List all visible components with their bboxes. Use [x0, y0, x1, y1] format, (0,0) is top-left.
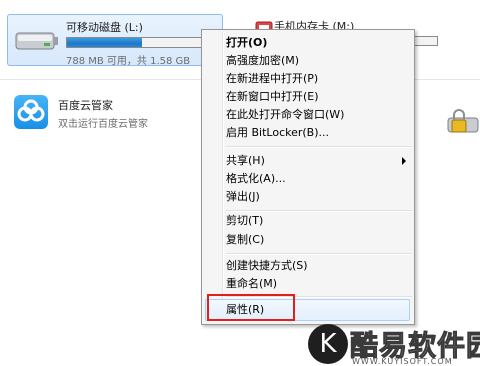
menu-item-encrypt[interactable]: 高强度加密(M)	[226, 52, 299, 70]
menu-item-open-new-process[interactable]: 在新进程中打开(P)	[226, 70, 318, 88]
menu-item-open-cmd[interactable]: 在此处打开命令窗口(W)	[226, 106, 344, 124]
removable-drive-usage-bar	[66, 37, 218, 48]
baidu-cloud-icon	[14, 95, 48, 129]
menu-item-create-shortcut[interactable]: 创建快捷方式(S)	[226, 257, 308, 275]
watermark-logo-icon: K	[308, 324, 348, 364]
removable-drive-space: 788 MB 可用，共 1.58 GB	[66, 56, 191, 67]
baidu-cloud-name: 百度云管家	[58, 99, 113, 112]
submenu-arrow-icon	[402, 157, 406, 165]
watermark-url: WWW.KUYISOFT.COM	[352, 357, 453, 366]
menu-item-eject[interactable]: 弹出(J)	[226, 188, 260, 206]
context-menu: 打开(O) 高强度加密(M) 在新进程中打开(P) 在新窗口中打开(E) 在此处…	[201, 29, 415, 325]
removable-drive-name: 可移动磁盘 (L:)	[66, 21, 143, 34]
menu-item-open-new-window[interactable]: 在新窗口中打开(E)	[226, 88, 319, 106]
menu-item-format[interactable]: 格式化(A)...	[226, 170, 286, 188]
usb-drive-icon	[15, 32, 58, 50]
removable-drive-tile[interactable]: 可移动磁盘 (L:) 788 MB 可用，共 1.58 GB	[7, 14, 223, 67]
menu-item-cut[interactable]: 剪切(T)	[226, 212, 263, 230]
menu-item-open[interactable]: 打开(O)	[226, 34, 267, 52]
bitlocker-drive-icon[interactable]	[446, 108, 480, 136]
menu-item-copy[interactable]: 复制(C)	[226, 231, 264, 249]
menu-separator	[226, 253, 412, 255]
menu-item-bitlocker[interactable]: 启用 BitLocker(B)...	[226, 124, 329, 142]
menu-item-rename[interactable]: 重命名(M)	[226, 275, 277, 293]
menu-item-share[interactable]: 共享(H)	[226, 152, 265, 170]
baidu-cloud-desc: 双击运行百度云管家	[58, 119, 148, 130]
menu-separator	[226, 146, 412, 148]
properties-annotation-box	[207, 294, 295, 321]
